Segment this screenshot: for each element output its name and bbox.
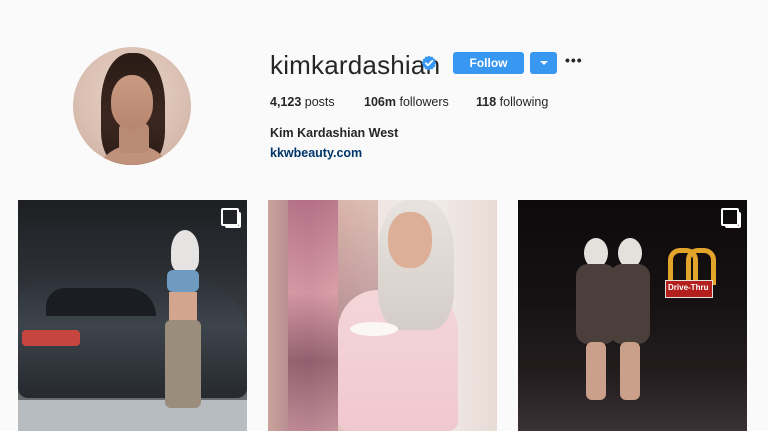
profile-username: kimkardashian	[270, 50, 441, 80]
post-image-backdrop	[288, 200, 338, 431]
following-label: following	[499, 95, 549, 109]
multiple-photos-icon	[721, 208, 741, 228]
suggested-dropdown-button[interactable]	[530, 52, 557, 74]
more-options-button[interactable]: •••	[565, 53, 583, 67]
profile-full-name: Kim Kardashian West	[270, 126, 399, 140]
drive-thru-sign-text: Drive-Thru	[668, 283, 709, 292]
profile-stats: 4,123 posts 106m followers 118 following	[270, 95, 580, 109]
post-image-cake-plate	[350, 322, 398, 336]
posts-stat[interactable]: 4,123 posts	[270, 95, 335, 109]
followers-label: followers	[399, 95, 449, 109]
person-top	[167, 270, 199, 292]
multiple-photos-icon	[221, 208, 241, 228]
person-legs	[620, 342, 640, 400]
profile-website-link[interactable]: kkwbeauty.com	[270, 146, 362, 160]
followers-stat[interactable]: 106m followers	[364, 95, 449, 109]
following-stat[interactable]: 118 following	[476, 95, 548, 109]
person-midriff	[169, 292, 197, 322]
post-image-person	[155, 230, 217, 420]
post-image-car-window	[46, 288, 156, 316]
posts-label: posts	[304, 95, 335, 109]
profile-avatar	[73, 47, 191, 165]
posts-count: 4,123	[270, 95, 302, 109]
verified-badge-icon	[421, 55, 437, 71]
avatar-face	[111, 75, 153, 129]
post-image-taillight	[22, 330, 80, 346]
person-hair	[171, 230, 199, 272]
followers-count: 106m	[364, 95, 396, 109]
post-thumbnail[interactable]	[18, 200, 247, 431]
person-pants	[165, 320, 201, 408]
post-image-face	[388, 212, 432, 268]
golden-arches-logo	[668, 248, 716, 285]
follow-button[interactable]: Follow	[453, 52, 524, 74]
person-coat	[610, 264, 650, 344]
following-count: 118	[476, 95, 497, 109]
person-legs	[586, 342, 606, 400]
post-image-person	[606, 238, 654, 400]
post-thumbnail[interactable]: Drive-Thru	[518, 200, 747, 431]
post-thumbnail[interactable]	[268, 200, 497, 431]
